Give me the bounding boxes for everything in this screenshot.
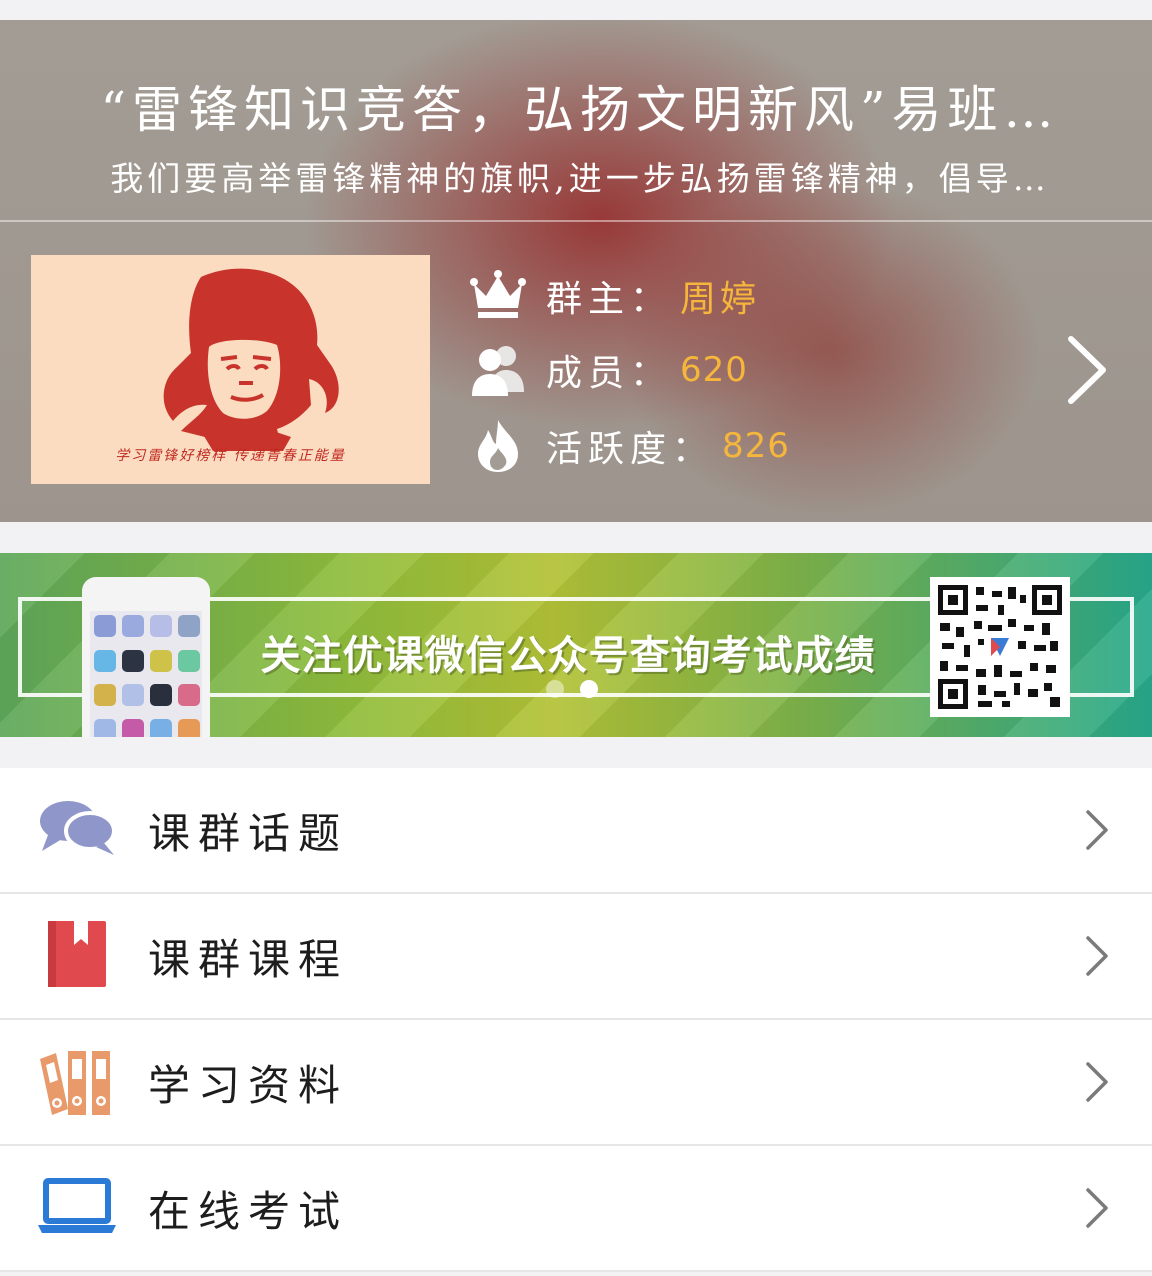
laptop-icon <box>38 1178 116 1233</box>
group-title: “雷锋知识竞答，弘扬文明新风”易班… <box>100 81 1060 139</box>
pagination-dot[interactable] <box>546 680 564 698</box>
course-group-page: “雷锋知识竞答，弘扬文明新风”易班… 我们要高举雷锋精神的旗帜,进一步弘扬雷锋精… <box>0 0 1152 1276</box>
group-header-card[interactable]: “雷锋知识竞答，弘扬文明新风”易班… 我们要高举雷锋精神的旗帜,进一步弘扬雷锋精… <box>0 20 1152 522</box>
group-menu: 课群话题 课群课程 学习资料 在线考试 <box>0 768 1152 1272</box>
chevron-right-icon[interactable] <box>1065 335 1109 405</box>
menu-label-materials: 学习资料 <box>148 1060 349 1110</box>
promo-banner[interactable]: 关注优课微信公众号查询考试成绩 <box>0 553 1152 737</box>
activity-value: 826 <box>722 426 790 466</box>
book-icon <box>48 921 106 987</box>
menu-item-materials[interactable]: 学习资料 <box>0 1020 1152 1146</box>
banner-pagination <box>546 680 598 698</box>
menu-label-exam: 在线考试 <box>148 1186 349 1236</box>
binders-icon <box>40 1051 110 1115</box>
header-divider <box>0 220 1152 222</box>
chevron-right-icon <box>1086 936 1108 976</box>
activity-label: 活跃度： <box>546 429 715 470</box>
qr-code-icon <box>930 577 1070 717</box>
flame-icon <box>478 420 518 472</box>
owner-name: 周婷 <box>680 279 761 320</box>
menu-label-topics: 课群话题 <box>148 808 349 858</box>
cover-caption: 学习雷锋好榜样 传递青春正能量 <box>115 448 346 464</box>
group-cover-image: 学习雷锋好榜样 传递青春正能量 <box>31 255 430 484</box>
members-count: 620 <box>680 350 748 390</box>
activity-row: 活跃度： 826 <box>470 418 790 474</box>
pagination-dot-active[interactable] <box>580 680 598 698</box>
chat-bubbles-icon <box>40 801 116 855</box>
members-label: 成员： <box>546 353 673 394</box>
owner-row: 群主： 周婷 <box>470 268 760 324</box>
menu-item-topics[interactable]: 课群话题 <box>0 768 1152 894</box>
menu-item-courses[interactable]: 课群课程 <box>0 894 1152 1020</box>
banner-text: 关注优课微信公众号查询考试成绩 <box>260 633 876 679</box>
members-icon <box>472 346 524 396</box>
members-row: 成员： 620 <box>470 342 748 398</box>
chevron-right-icon <box>1086 1062 1108 1102</box>
owner-label: 群主： <box>546 279 673 320</box>
chevron-right-icon <box>1086 1188 1108 1228</box>
phone-illustration <box>82 577 210 737</box>
group-description: 我们要高举雷锋精神的旗帜,进一步弘扬雷锋精神，倡导… <box>110 159 1050 198</box>
crown-icon <box>470 270 526 318</box>
menu-label-courses: 课群课程 <box>148 934 349 984</box>
chevron-right-icon <box>1086 810 1108 850</box>
menu-item-exam[interactable]: 在线考试 <box>0 1146 1152 1272</box>
